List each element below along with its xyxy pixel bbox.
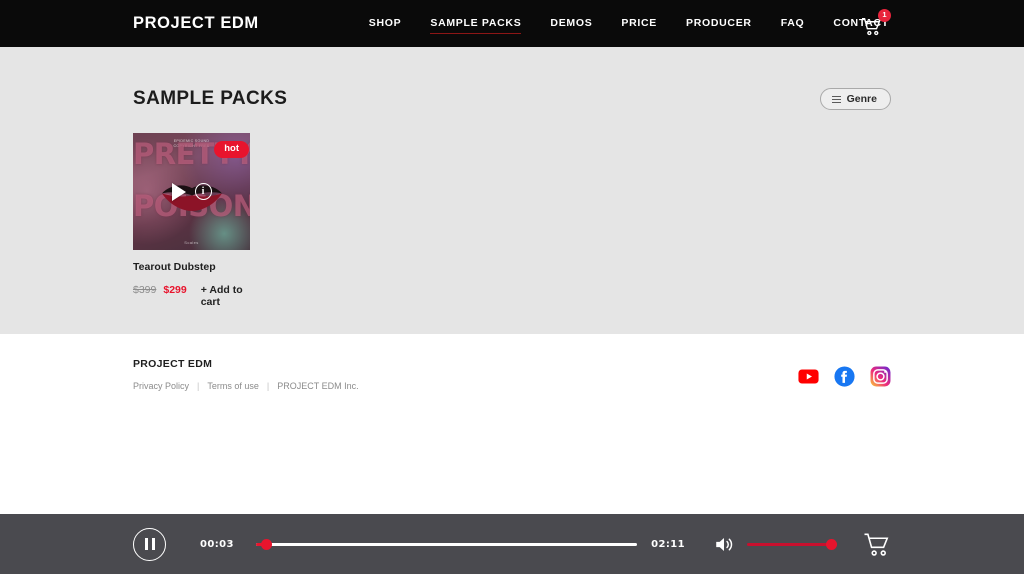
- footer-links: Privacy Policy | Terms of use | PROJECT …: [133, 381, 359, 391]
- social-links: [798, 366, 891, 387]
- current-time-label: 00:03: [200, 538, 234, 550]
- footer-copyright[interactable]: PROJECT EDM Inc.: [277, 381, 358, 391]
- main-content: SAMPLE PACKS Genre EPIDEMIC SOUND COPYRI…: [0, 47, 1024, 334]
- footer-left: PROJECT EDM Privacy Policy | Terms of us…: [133, 358, 359, 391]
- pause-icon: [144, 538, 148, 550]
- volume-track: [747, 542, 837, 546]
- footer-separator: |: [197, 381, 200, 391]
- nav-item-faq[interactable]: FAQ: [781, 13, 805, 34]
- volume-thumb[interactable]: [826, 538, 837, 550]
- hamburger-icon: [831, 94, 841, 105]
- genre-filter-label: Genre: [846, 93, 877, 105]
- genre-filter-button[interactable]: Genre: [819, 88, 891, 110]
- brand-logo[interactable]: PROJECT EDM: [133, 14, 259, 33]
- nav-item-sample-packs[interactable]: SAMPLE PACKS: [430, 13, 522, 34]
- product-grid: EPIDEMIC SOUND COPYRIGHT FREE PRETTY POI…: [133, 133, 891, 308]
- audio-player-bar: 00:03 02:11: [0, 514, 1024, 574]
- cart-count-badge: 1: [878, 8, 891, 22]
- product-price-row: $399 $299 + Add to cart: [133, 284, 250, 308]
- header-cart-button[interactable]: 1: [861, 8, 891, 38]
- nav-item-demos[interactable]: DEMOS: [550, 13, 592, 34]
- nav-item-shop[interactable]: SHOP: [369, 13, 402, 34]
- instagram-icon[interactable]: [870, 366, 891, 387]
- duration-label: 02:11: [651, 538, 685, 550]
- page-title: SAMPLE PACKS: [133, 88, 288, 109]
- add-to-cart-button[interactable]: + Add to cart: [201, 284, 250, 308]
- player-cart-button[interactable]: [863, 532, 891, 557]
- progress-track: [255, 542, 638, 546]
- product-artwork[interactable]: EPIDEMIC SOUND COPYRIGHT FREE PRETTY POI…: [133, 133, 250, 250]
- main-navigation: SHOP SAMPLE PACKS DEMOS PRICE PRODUCER F…: [369, 13, 889, 34]
- progress-thumb[interactable]: [261, 538, 273, 550]
- nav-item-producer[interactable]: PRODUCER: [686, 13, 752, 34]
- facebook-icon[interactable]: [834, 366, 855, 387]
- product-price-current: $299: [163, 284, 187, 296]
- info-icon[interactable]: i: [194, 183, 212, 200]
- site-header: PROJECT EDM SHOP SAMPLE PACKS DEMOS PRIC…: [0, 0, 1024, 47]
- status-badge: hot: [214, 141, 249, 158]
- youtube-icon[interactable]: [798, 366, 819, 387]
- nav-item-price[interactable]: PRICE: [621, 13, 657, 34]
- product-price-original: $399: [133, 284, 157, 296]
- footer-separator: |: [266, 381, 270, 391]
- speaker-icon[interactable]: [713, 535, 735, 554]
- product-card: EPIDEMIC SOUND COPYRIGHT FREE PRETTY POI…: [133, 133, 250, 308]
- pause-icon: [151, 538, 155, 550]
- footer-brand: PROJECT EDM: [133, 358, 213, 370]
- artwork-controls: i: [171, 182, 212, 201]
- progress-slider[interactable]: [255, 538, 638, 550]
- artwork-footer-text: Scales: [184, 240, 199, 245]
- volume-slider[interactable]: [747, 538, 837, 550]
- pause-button[interactable]: [133, 527, 166, 561]
- play-icon[interactable]: [171, 182, 186, 201]
- footer-link-terms-of-use[interactable]: Terms of use: [207, 381, 259, 391]
- site-footer: PROJECT EDM Privacy Policy | Terms of us…: [0, 334, 1024, 391]
- footer-link-privacy-policy[interactable]: Privacy Policy: [133, 381, 189, 391]
- product-title: Tearout Dubstep: [133, 261, 216, 273]
- content-header: SAMPLE PACKS Genre: [133, 47, 891, 110]
